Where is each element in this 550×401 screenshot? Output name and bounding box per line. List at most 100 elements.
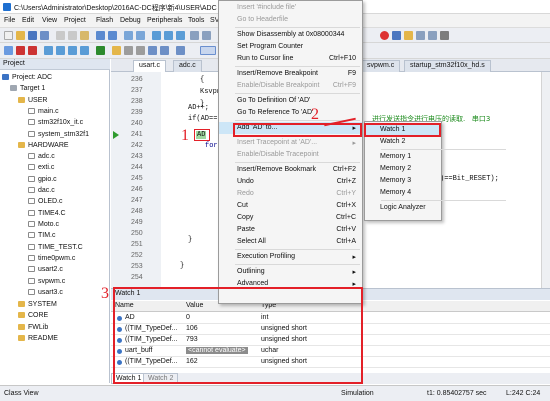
tree-item-project[interactable]: Project: ADC (2, 72, 52, 82)
menu-peripherals[interactable]: Peripherals (147, 17, 182, 24)
reset-icon[interactable] (4, 46, 13, 55)
menu-item[interactable]: Memory 3 (365, 175, 441, 187)
disassembly-window-icon[interactable] (124, 46, 133, 55)
menu-tools[interactable]: Tools (188, 17, 204, 24)
prev-bookmark-icon[interactable] (164, 31, 173, 40)
memory-window-icon[interactable] (200, 46, 216, 55)
menu-item[interactable]: Insert/Remove Bookmark Ctrl+F2 (219, 164, 362, 176)
tree-item-file[interactable]: stm32f10x_it.c (28, 117, 83, 127)
tree-item-file[interactable]: Moto.c (28, 219, 59, 229)
step-over-icon[interactable] (56, 46, 65, 55)
tree-item-file[interactable]: usart3.c (28, 287, 63, 297)
tree-item-folder[interactable]: FWLib (18, 322, 48, 332)
line-number: 254 (131, 274, 143, 281)
menu-project[interactable]: Project (64, 17, 86, 24)
menu-flash[interactable]: Flash (96, 17, 113, 24)
menu-item[interactable]: Show Disassembly at 0x08000344 (219, 29, 362, 41)
new-file-icon[interactable] (4, 31, 13, 40)
menu-item[interactable]: Set Program Counter (219, 41, 362, 53)
line-number: 237 (131, 87, 143, 94)
menu-separator (381, 149, 506, 150)
next-bookmark-icon[interactable] (176, 31, 185, 40)
debug-session-icon[interactable] (428, 31, 437, 40)
file-icon (28, 164, 35, 170)
tree-item-file[interactable]: adc.c (28, 151, 55, 161)
tree-item-file[interactable]: dac.c (28, 185, 55, 195)
symbols-window-icon[interactable] (136, 46, 145, 55)
registers-window-icon[interactable] (148, 46, 157, 55)
menu-item[interactable]: Run to Cursor line Ctrl+F10 (219, 53, 362, 65)
tab-svpwm[interactable]: svpwm.c (361, 60, 401, 72)
unindent-icon[interactable] (202, 31, 211, 40)
tree-item-file[interactable]: usart2.c (28, 264, 63, 274)
menu-item[interactable]: Insert/Remove Breakpoint F9 (219, 68, 362, 80)
run-icon[interactable] (16, 46, 25, 55)
copy-icon[interactable] (68, 31, 77, 40)
menu-item-label: Paste (237, 226, 255, 233)
menu-file[interactable]: File (4, 17, 15, 24)
tree-item-folder[interactable]: README (18, 333, 58, 343)
menu-item[interactable]: Go To Reference To 'AD' (219, 107, 362, 119)
undo-icon[interactable] (96, 31, 105, 40)
bookmark-icon[interactable] (152, 31, 161, 40)
show-next-statement-icon[interactable] (96, 46, 105, 55)
tree-item-file[interactable]: system_stm32f1 (28, 129, 89, 139)
command-window-icon[interactable] (112, 46, 121, 55)
paste-icon[interactable] (80, 31, 89, 40)
tree-item-file[interactable]: main.c (28, 106, 59, 116)
menu-item[interactable]: Go To Definition Of 'AD' (219, 95, 362, 107)
navigate-forward-icon[interactable] (136, 31, 145, 40)
tab-startup[interactable]: startup_stm32f10x_hd.s (404, 60, 491, 72)
stop-icon[interactable] (28, 46, 37, 55)
run-to-cursor-icon[interactable] (80, 46, 89, 55)
menu-edit[interactable]: Edit (22, 17, 34, 24)
tree-item-file[interactable]: TIM.c (28, 230, 56, 240)
tree-item-folder[interactable]: USER (18, 95, 47, 105)
menu-debug[interactable]: Debug (120, 17, 141, 24)
find-in-files-icon[interactable] (404, 31, 413, 40)
tab-adc[interactable]: adc.c (173, 60, 202, 72)
incremental-find-icon[interactable] (416, 31, 425, 40)
menu-item[interactable]: Select All Ctrl+A (219, 236, 362, 248)
find-icon[interactable] (392, 31, 401, 40)
save-all-icon[interactable] (40, 31, 49, 40)
navigate-back-icon[interactable] (124, 31, 133, 40)
redo-icon[interactable] (108, 31, 117, 40)
tab-usart[interactable]: usart.c (133, 60, 167, 72)
tree-item-folder[interactable]: HARDWARE (18, 140, 69, 150)
menu-view[interactable]: View (42, 17, 57, 24)
tree-item-file[interactable]: TIME_TEST.C (28, 242, 83, 252)
options-icon[interactable] (440, 31, 449, 40)
tree-item-file[interactable]: exti.c (28, 162, 54, 172)
tree-item-folder[interactable]: CORE (18, 310, 48, 320)
menu-item[interactable]: Memory 2 (365, 163, 441, 175)
step-out-icon[interactable] (68, 46, 77, 55)
menu-item[interactable]: Copy Ctrl+C (219, 212, 362, 224)
save-icon[interactable] (28, 31, 37, 40)
menu-item[interactable]: Watch 2 (365, 136, 441, 148)
indent-icon[interactable] (190, 31, 199, 40)
menu-item[interactable]: Cut Ctrl+X (219, 200, 362, 212)
tree-item-file[interactable]: time0pwm.c (28, 253, 75, 263)
step-into-icon[interactable] (44, 46, 53, 55)
menu-item[interactable]: Execution Profiling ▸ (219, 251, 362, 263)
menu-item[interactable]: Undo Ctrl+Z (219, 176, 362, 188)
menu-item[interactable]: Logic Analyzer (365, 202, 441, 214)
status-class-view[interactable]: Class View (4, 390, 39, 397)
tree-item-file[interactable]: TIME4.C (28, 208, 66, 218)
stop-debug-icon[interactable] (380, 31, 389, 40)
tree-item-file[interactable]: svpwm.c (28, 276, 65, 286)
cut-icon[interactable] (56, 31, 65, 40)
tree-item-folder[interactable]: SYSTEM (18, 299, 57, 309)
menu-item[interactable]: Outlining ▸ (219, 266, 362, 278)
tree-item-file[interactable]: gpio.c (28, 174, 57, 184)
menu-item[interactable]: Memory 1 (365, 151, 441, 163)
tree-item-file[interactable]: OLED.c (28, 196, 63, 206)
open-folder-icon[interactable] (16, 31, 25, 40)
tree-item-target[interactable]: Target 1 (10, 83, 45, 93)
menu-item[interactable]: Paste Ctrl+V (219, 224, 362, 236)
menu-item[interactable]: Memory 4 (365, 187, 441, 199)
watch-window-icon[interactable] (176, 46, 185, 55)
editor-scrollbar[interactable] (541, 72, 550, 288)
call-stack-icon[interactable] (160, 46, 169, 55)
